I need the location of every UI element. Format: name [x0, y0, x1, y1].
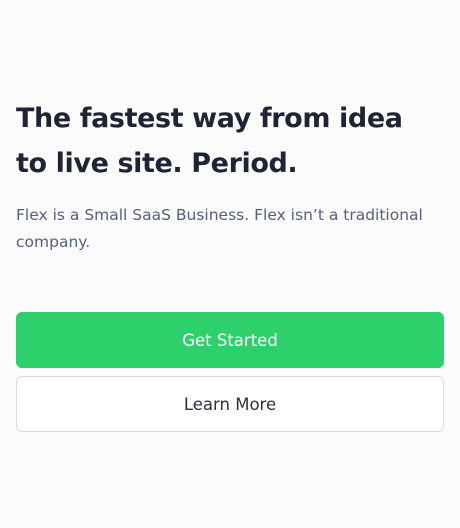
- get-started-button[interactable]: Get Started: [16, 312, 444, 368]
- hero-headline: The fastest way from idea to live site. …: [16, 103, 403, 179]
- hero-subtext: Flex is a Small SaaS Business. Flex isn’…: [16, 206, 423, 251]
- hero-section: The fastest way from idea to live site. …: [0, 0, 460, 528]
- learn-more-button[interactable]: Learn More: [16, 376, 444, 432]
